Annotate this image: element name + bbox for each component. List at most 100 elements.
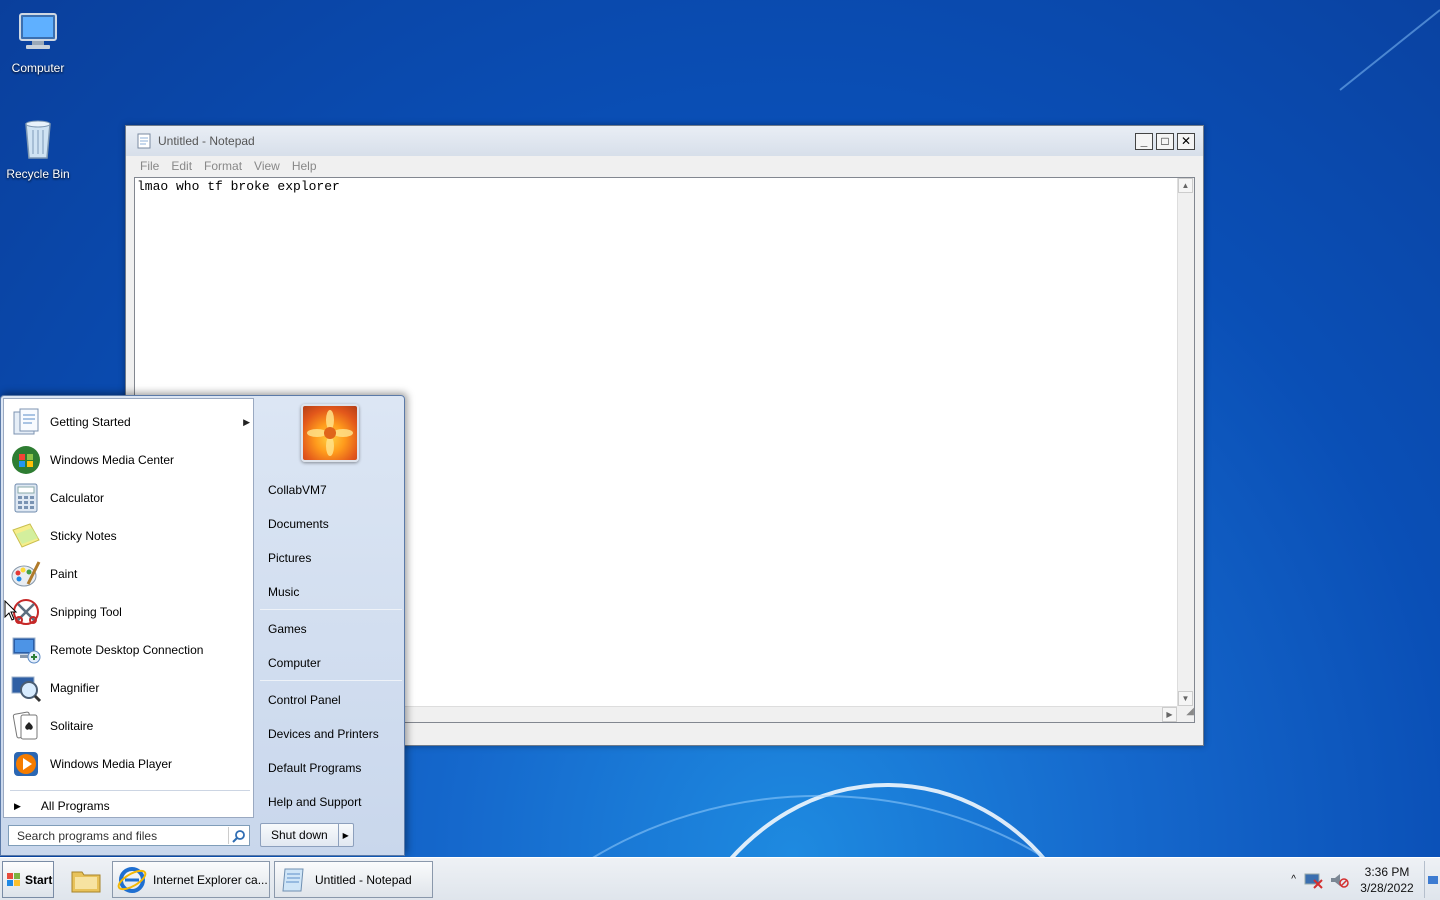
search-icon[interactable] bbox=[228, 827, 248, 844]
program-sticky-notes[interactable]: Sticky Notes bbox=[10, 518, 250, 554]
link-computer[interactable]: Computer bbox=[268, 656, 321, 670]
taskbar-internet-explorer[interactable]: Internet Explorer ca... bbox=[112, 861, 270, 898]
program-windows-media-player[interactable]: Windows Media Player bbox=[10, 746, 250, 782]
program-label: Windows Media Player bbox=[50, 757, 173, 771]
taskbar-explorer-button[interactable] bbox=[62, 861, 110, 898]
menu-file[interactable]: File bbox=[134, 159, 165, 173]
programs-separator bbox=[10, 790, 250, 791]
calculator-icon bbox=[14, 483, 38, 513]
remote-desktop-icon bbox=[12, 637, 41, 664]
program-label: Calculator bbox=[50, 491, 105, 505]
media-center-icon bbox=[12, 446, 40, 474]
places-separator bbox=[260, 609, 402, 610]
recycle-bin-icon bbox=[25, 120, 51, 159]
program-label: Remote Desktop Connection bbox=[50, 643, 204, 657]
clock-time: 3:36 PM bbox=[1364, 864, 1410, 879]
shutdown-button[interactable]: Shut down bbox=[261, 824, 339, 846]
program-calculator[interactable]: Calculator bbox=[10, 480, 250, 516]
desktop-icon-label: Computer bbox=[11, 61, 65, 75]
program-magnifier[interactable]: Magnifier bbox=[10, 670, 250, 706]
shutdown-button-group: Shut down ▶ bbox=[260, 823, 354, 847]
menu-view[interactable]: View bbox=[248, 159, 286, 173]
resize-grip-icon[interactable]: ◢ bbox=[1177, 706, 1194, 722]
link-music[interactable]: Music bbox=[268, 585, 299, 599]
notepad-icon bbox=[282, 868, 304, 891]
program-label: Sticky Notes bbox=[50, 529, 117, 543]
close-button[interactable]: ✕ bbox=[1177, 132, 1195, 150]
all-programs-button[interactable]: ▶ All Programs bbox=[14, 799, 110, 813]
taskbar-notepad[interactable]: Untitled - Notepad bbox=[274, 861, 433, 898]
program-label: Magnifier bbox=[50, 681, 100, 695]
editor-content[interactable]: lmao who tf broke explorer bbox=[137, 179, 340, 194]
link-help-support[interactable]: Help and Support bbox=[268, 795, 361, 809]
program-label: Solitaire bbox=[50, 719, 94, 733]
magnifier-icon bbox=[11, 676, 42, 703]
volume-icon[interactable] bbox=[1328, 871, 1350, 889]
network-icon[interactable] bbox=[1302, 871, 1324, 889]
clock[interactable]: 3:36 PM 3/28/2022 bbox=[1356, 864, 1418, 896]
system-tray: ^ 3:36 PM 3/28/2022 bbox=[1285, 861, 1440, 898]
submenu-arrow-icon: ▶ bbox=[243, 416, 250, 427]
windows-logo-icon bbox=[7, 872, 20, 886]
taskbar: Start Internet Explorer ca... Untitled -… bbox=[0, 857, 1440, 900]
program-windows-media-center[interactable]: Windows Media Center bbox=[10, 442, 250, 478]
places-separator bbox=[260, 680, 402, 681]
all-programs-arrow-icon: ▶ bbox=[14, 800, 21, 811]
taskbar-item-label: Untitled - Notepad bbox=[315, 872, 412, 887]
window-title: Untitled - Notepad bbox=[158, 134, 255, 148]
clock-date: 3/28/2022 bbox=[1360, 880, 1414, 895]
menu-edit[interactable]: Edit bbox=[165, 159, 198, 173]
program-label: Snipping Tool bbox=[50, 605, 122, 619]
program-solitaire[interactable]: Solitaire bbox=[10, 708, 250, 744]
maximize-button[interactable]: □ bbox=[1156, 132, 1174, 150]
start-menu-places-pane: CollabVM7 Documents Pictures Music Games… bbox=[256, 396, 404, 855]
search-box[interactable]: Search programs and files bbox=[8, 825, 250, 846]
link-pictures[interactable]: Pictures bbox=[268, 551, 311, 565]
scroll-down-icon[interactable]: ▼ bbox=[1178, 691, 1193, 706]
solitaire-icon bbox=[12, 711, 38, 740]
program-snipping-tool[interactable]: Snipping Tool bbox=[10, 594, 250, 630]
desktop-icon-recycle-bin[interactable]: Recycle Bin bbox=[0, 114, 76, 181]
scroll-up-icon[interactable]: ▲ bbox=[1178, 178, 1193, 193]
scroll-right-icon[interactable]: ▶ bbox=[1162, 707, 1177, 722]
link-games[interactable]: Games bbox=[268, 622, 307, 636]
link-user-folder[interactable]: CollabVM7 bbox=[268, 483, 327, 497]
start-button[interactable]: Start bbox=[2, 861, 54, 898]
computer-icon bbox=[19, 13, 57, 49]
internet-explorer-icon bbox=[117, 866, 147, 893]
program-getting-started[interactable]: Getting Started ▶ bbox=[10, 404, 250, 440]
user-picture[interactable] bbox=[301, 404, 359, 462]
minimize-button[interactable]: _ bbox=[1135, 132, 1153, 150]
program-paint[interactable]: Paint bbox=[10, 556, 250, 592]
program-label: Getting Started bbox=[50, 415, 131, 429]
search-input[interactable]: Search programs and files bbox=[9, 829, 228, 843]
sticky-notes-icon bbox=[12, 523, 40, 548]
media-player-icon bbox=[14, 752, 38, 776]
getting-started-icon bbox=[13, 408, 39, 435]
program-remote-desktop[interactable]: Remote Desktop Connection bbox=[10, 632, 250, 668]
all-programs-label: All Programs bbox=[40, 799, 110, 813]
shutdown-options-arrow-icon[interactable]: ▶ bbox=[339, 824, 353, 846]
notepad-icon bbox=[137, 133, 151, 149]
desktop-icon-computer[interactable]: Computer bbox=[0, 8, 76, 75]
notepad-titlebar[interactable]: Untitled - Notepad _ □ ✕ bbox=[126, 126, 1203, 156]
menu-bar: File Edit Format View Help bbox=[126, 156, 1203, 176]
menu-format[interactable]: Format bbox=[198, 159, 248, 173]
link-documents[interactable]: Documents bbox=[268, 517, 329, 531]
start-label: Start bbox=[25, 872, 53, 887]
link-devices-printers[interactable]: Devices and Printers bbox=[268, 727, 379, 741]
link-default-programs[interactable]: Default Programs bbox=[268, 761, 361, 775]
flower-icon bbox=[307, 410, 353, 456]
menu-help[interactable]: Help bbox=[286, 159, 323, 173]
link-control-panel[interactable]: Control Panel bbox=[268, 693, 341, 707]
program-label: Paint bbox=[50, 567, 78, 581]
desktop-icon-label: Recycle Bin bbox=[6, 167, 70, 181]
paint-icon bbox=[11, 561, 41, 587]
folder-icon bbox=[71, 871, 101, 892]
taskbar-item-label: Internet Explorer ca... bbox=[153, 872, 268, 887]
show-hidden-icons-icon[interactable]: ^ bbox=[1285, 874, 1302, 885]
start-menu-programs-pane: Getting Started ▶ Windows Media Center C… bbox=[3, 398, 254, 818]
vertical-scrollbar[interactable]: ▲ ▼ bbox=[1177, 178, 1194, 706]
program-label: Windows Media Center bbox=[50, 453, 175, 467]
show-desktop-button[interactable] bbox=[1424, 861, 1440, 898]
